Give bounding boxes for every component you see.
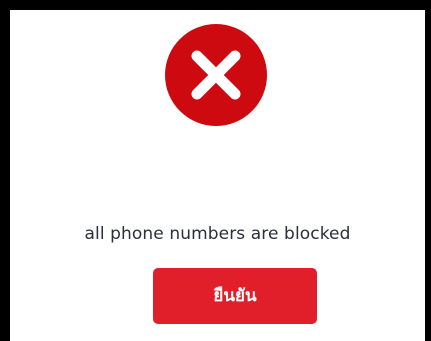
confirm-button[interactable]: ยืนยัน [153,268,317,324]
error-x-icon [165,24,267,126]
frame-border-right [425,0,431,341]
error-message: all phone numbers are blocked [84,224,351,244]
frame-border-left [0,0,10,341]
error-dialog: all phone numbers are blocked ยืนยัน [10,10,425,341]
screen: all phone numbers are blocked ยืนยัน [0,0,431,341]
frame-border-top [0,0,431,10]
